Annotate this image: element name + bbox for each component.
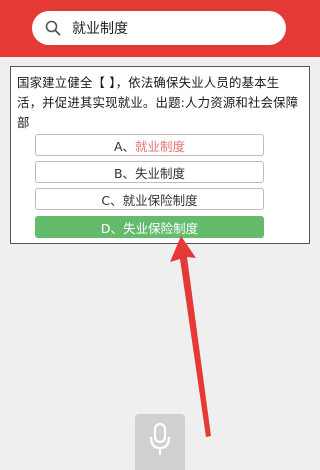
search-icon: [44, 19, 62, 37]
option-prefix: D、: [100, 220, 124, 236]
option-c[interactable]: C、 就业保险制度: [35, 188, 264, 210]
option-prefix: C、: [101, 192, 123, 208]
search-bar[interactable]: 就业制度: [32, 11, 286, 45]
option-a[interactable]: A、 就业制度: [35, 134, 264, 156]
microphone-icon: [147, 422, 173, 462]
option-label: 就业保险制度: [122, 192, 198, 208]
app-header: 就业制度: [0, 0, 320, 57]
option-label: 失业保险制度: [123, 220, 199, 236]
option-label: 就业制度: [135, 138, 186, 154]
option-prefix: B、: [113, 165, 136, 181]
option-label: 失业制度: [135, 165, 186, 181]
microphone-button[interactable]: [135, 414, 185, 470]
search-query[interactable]: 就业制度: [72, 18, 128, 38]
question-text: 国家建立健全【 】，依法确保失业人员的基本生活，并促进其实现就业。出题:人力资源…: [17, 75, 299, 130]
option-prefix: A、: [113, 138, 136, 154]
option-b[interactable]: B、 失业制度: [35, 161, 264, 183]
option-d[interactable]: D、 失业保险制度: [35, 216, 264, 238]
